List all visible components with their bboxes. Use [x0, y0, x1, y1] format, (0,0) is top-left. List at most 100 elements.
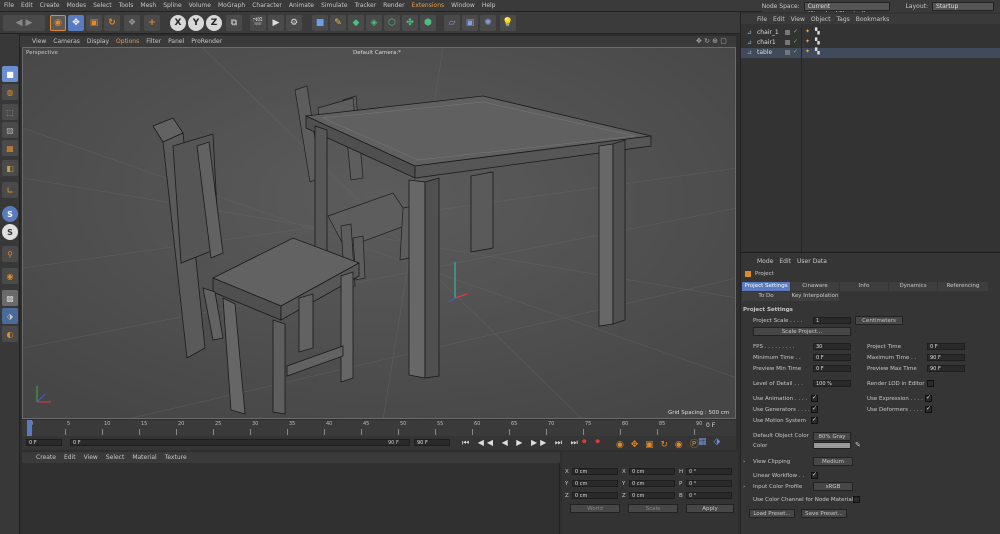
start-frame-field[interactable]: 0 F — [70, 439, 410, 446]
tab-dynamics[interactable]: Dynamics — [889, 282, 937, 291]
object-row[interactable]: ⊿ chair1 ✓ ✦ ▚ — [741, 38, 1000, 48]
viewport-menu-cameras[interactable]: Cameras — [53, 38, 80, 45]
menu-item-tools[interactable]: Tools — [119, 2, 134, 9]
attribute-menu-edit[interactable]: Edit — [779, 258, 791, 265]
visibility-toggle[interactable] — [785, 40, 790, 45]
menu-item-animate[interactable]: Animate — [289, 2, 314, 9]
material-menu-select[interactable]: Select — [106, 454, 125, 461]
rot-b-field[interactable]: 0 ° — [686, 492, 732, 499]
menu-item-render[interactable]: Render — [383, 2, 404, 9]
subdivision-icon[interactable]: ◆ — [348, 15, 364, 31]
render-view-icon[interactable]: 🎬 — [250, 15, 266, 31]
scale-dropdown[interactable]: Scale — [628, 504, 678, 513]
render-picture-viewer-icon[interactable]: ▶ — [268, 15, 284, 31]
material-tag-icon[interactable]: ▚ — [815, 48, 820, 55]
object-menu-view[interactable]: View — [791, 16, 805, 23]
menu-item-mograph[interactable]: MoGraph — [218, 2, 245, 9]
pos-x-field[interactable]: 0 cm — [572, 468, 618, 475]
object-row[interactable]: ⊿ chair_1 ✓ ✦ ▚ — [741, 28, 1000, 38]
preview-max-field[interactable]: 90 F — [927, 365, 965, 372]
view-clipping-dropdown[interactable]: Medium — [813, 457, 853, 466]
material-tag-icon[interactable]: ▚ — [815, 28, 820, 35]
material-tag-icon[interactable]: ▚ — [815, 38, 820, 45]
use-deformers-checkbox[interactable] — [925, 405, 932, 413]
use-animation-checkbox[interactable] — [811, 394, 818, 402]
menu-item-select[interactable]: Select — [93, 2, 112, 9]
viewport-menu-display[interactable]: Display — [87, 38, 109, 45]
pos-z-field[interactable]: 0 cm — [572, 492, 618, 499]
attribute-menu-user-data[interactable]: User Data — [797, 258, 827, 265]
input-color-arrow[interactable]: › — [743, 484, 745, 490]
size-z-field[interactable]: 0 cm — [629, 492, 675, 499]
menu-item-simulate[interactable]: Simulate — [321, 2, 348, 9]
mograph-icon[interactable]: ⬡ — [384, 15, 400, 31]
scale-icon[interactable]: ▣ — [86, 15, 102, 31]
visibility-toggle[interactable] — [785, 50, 790, 55]
save-preset-button[interactable]: Save Preset... — [801, 509, 847, 518]
default-color-dropdown[interactable]: 80% Gray — [813, 432, 851, 441]
menu-item-create[interactable]: Create — [40, 2, 60, 9]
max-time-field[interactable]: 90 F — [927, 354, 965, 361]
world-dropdown[interactable]: World — [570, 504, 620, 513]
field-icon[interactable]: ✤ — [402, 15, 418, 31]
tab-referencing[interactable]: Referencing — [938, 282, 988, 291]
render-settings-icon[interactable]: ⚙ — [286, 15, 302, 31]
object-menu-bookmarks[interactable]: Bookmarks — [856, 16, 890, 23]
move-icon[interactable]: ✥ — [68, 15, 84, 31]
tab-cinaware[interactable]: Cinaware — [791, 282, 839, 291]
material-menu-material[interactable]: Material — [132, 454, 156, 461]
material-menu-texture[interactable]: Texture — [165, 454, 187, 461]
layout-dropdown[interactable]: Startup — [932, 1, 994, 11]
tweak-icon[interactable]: ◐ — [2, 326, 18, 342]
menu-item-window[interactable]: Window — [451, 2, 475, 9]
size-x-field[interactable]: 0 cm — [629, 468, 675, 475]
menu-item-mesh[interactable]: Mesh — [140, 2, 156, 9]
playhead[interactable] — [27, 420, 32, 436]
deformer-icon[interactable]: ⬢ — [420, 15, 436, 31]
use-generators-checkbox[interactable] — [811, 405, 818, 413]
menu-item-spline[interactable]: Spline — [163, 2, 181, 9]
attribute-menu-mode[interactable]: Mode — [757, 258, 773, 265]
y-axis-lock[interactable]: Y — [188, 15, 204, 31]
project-scale-field[interactable]: 1 — [813, 317, 851, 324]
rotate-icon[interactable]: ↻ — [104, 15, 120, 31]
visibility-toggle[interactable] — [785, 30, 790, 35]
rot-p-field[interactable]: 0 ° — [686, 480, 732, 487]
grid-icon[interactable]: ▩ — [2, 290, 18, 306]
recent-tools-icon[interactable]: ❖ — [124, 15, 140, 31]
cube-icon[interactable]: ■ — [312, 15, 328, 31]
bulb-icon[interactable]: 💡 — [500, 15, 516, 31]
model-mode-icon[interactable]: ■ — [2, 66, 18, 82]
view-clipping-arrow[interactable]: › — [743, 459, 745, 465]
use-expression-checkbox[interactable] — [925, 394, 932, 402]
object-menu-object[interactable]: Object — [811, 16, 831, 23]
tab-project-settings[interactable]: Project Settings — [742, 282, 790, 291]
load-preset-button[interactable]: Load Preset... — [749, 509, 795, 518]
current-frame-field[interactable]: 0 F — [26, 439, 62, 446]
object-menu-file[interactable]: File — [757, 16, 767, 23]
material-menu-create[interactable]: Create — [36, 454, 56, 461]
menu-item-edit[interactable]: Edit — [21, 2, 33, 9]
viewport-menu-view[interactable]: View — [32, 38, 46, 45]
viewport-menu-filter[interactable]: Filter — [146, 38, 161, 45]
points-mode-icon[interactable]: ⬚ — [2, 104, 18, 120]
texture-mode-icon[interactable]: ◍ — [2, 84, 18, 100]
use-color-channel-checkbox[interactable] — [853, 496, 860, 503]
x-axis-lock[interactable]: X — [170, 15, 186, 31]
lod-field[interactable]: 100 % — [813, 380, 851, 387]
material-menu-edit[interactable]: Edit — [64, 454, 76, 461]
size-y-field[interactable]: 0 cm — [629, 480, 675, 487]
eyedropper-icon[interactable]: ✎ — [855, 441, 861, 449]
add-object-icon[interactable]: + — [144, 15, 160, 31]
undo-redo-button[interactable]: ◀ ▶ — [3, 15, 45, 31]
tab-to-do[interactable]: To Do — [742, 292, 790, 301]
snap-icon[interactable]: S — [2, 206, 18, 222]
fps-field[interactable]: 30 — [813, 343, 851, 350]
menu-item-file[interactable]: File — [4, 2, 14, 9]
menu-item-modes[interactable]: Modes — [67, 2, 86, 9]
input-color-dropdown[interactable]: sRGB — [813, 482, 853, 491]
viewport-menu-prorender[interactable]: ProRender — [191, 38, 222, 45]
menu-item-character[interactable]: Character — [252, 2, 282, 9]
object-row[interactable]: ⊿ table ✓ ✦ ▚ — [741, 48, 1000, 58]
min-time-field[interactable]: 0 F — [813, 354, 851, 361]
